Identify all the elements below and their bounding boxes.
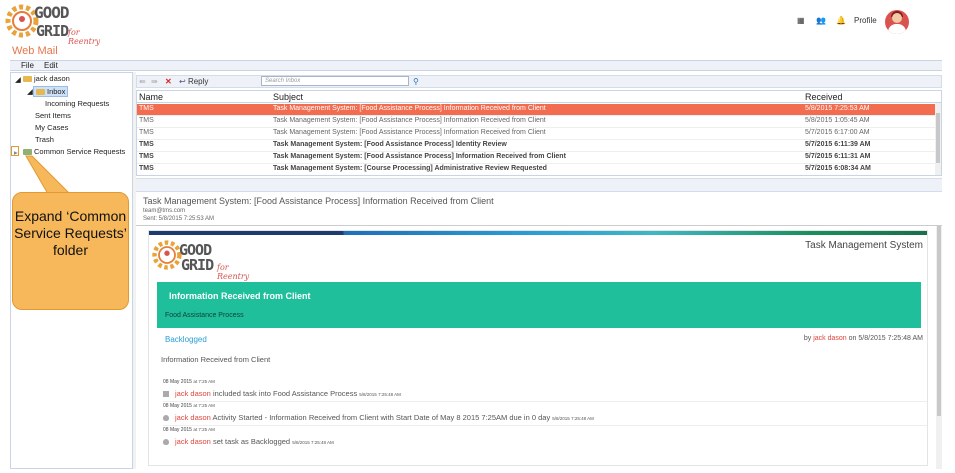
inbox-folder-icon <box>36 89 45 96</box>
apps-grid-icon[interactable]: ▦ <box>797 16 805 25</box>
activity-item: jack dason included task into Food Assis… <box>163 389 401 398</box>
table-row[interactable]: TMS Task Management System: [Food Assista… <box>137 140 937 152</box>
flame-icon <box>163 415 169 422</box>
tree-expander-inbox[interactable]: ◢ <box>27 87 33 96</box>
menu-file[interactable]: File <box>21 61 34 70</box>
brand-line2: GOOD <box>34 3 70 22</box>
preview-from: team@tms.com <box>143 208 186 214</box>
avatar[interactable] <box>885 10 909 34</box>
profile-link[interactable]: Profile <box>854 16 877 25</box>
table-row[interactable]: TMS Task Management System: [Food Assista… <box>137 104 937 116</box>
reply-all-icon[interactable]: ⇚ <box>139 77 146 86</box>
tree-item-root[interactable]: jack dason <box>23 74 70 83</box>
table-row[interactable]: TMS Task Management System: [Food Assista… <box>137 116 937 128</box>
mail-toolbar: ⇚ ⇛ ✕ ↩ Reply Search Inbox ⚲ <box>136 75 942 88</box>
email-system-title: Task Management System <box>805 240 923 251</box>
forward-icon[interactable]: ⇛ <box>151 77 158 86</box>
page-title: Web Mail <box>12 45 58 57</box>
col-subject[interactable]: Subject <box>273 92 303 102</box>
callout-text: Expand ‘Common Service Requests’ folder <box>14 208 127 258</box>
reply-button[interactable]: ↩ Reply <box>179 77 208 86</box>
reading-pane: GOOD GRID for Reentry Task Management Sy… <box>136 225 942 469</box>
tree-item-incoming[interactable]: Incoming Requests <box>45 99 109 108</box>
brand-tag: for Reentry <box>68 28 101 46</box>
col-name[interactable]: Name <box>139 92 163 102</box>
activity-date: 08 May 2015 at 7:25 AM <box>163 403 215 409</box>
tree-expander-root[interactable]: ◢ <box>15 75 21 84</box>
table-row[interactable]: TMS Task Management System: [Food Assista… <box>137 152 937 164</box>
email-banner: Information Received from Client Food As… <box>157 282 921 328</box>
user-link[interactable]: jack dason <box>175 437 211 446</box>
folder-icon <box>23 76 32 83</box>
reading-pane-splitter[interactable] <box>136 178 942 192</box>
menu-edit[interactable]: Edit <box>44 61 58 70</box>
activity-date: 08 May 2015 at 7:25 AM <box>163 379 215 385</box>
search-icon[interactable]: ⚲ <box>413 77 419 86</box>
task-icon <box>163 391 169 398</box>
email-body: GOOD GRID for Reentry Task Management Sy… <box>148 230 928 466</box>
delete-icon[interactable]: ✕ <box>165 77 172 86</box>
flame-icon <box>163 439 169 446</box>
banner-subtitle: Food Assistance Process <box>165 312 244 319</box>
list-header: Name Subject Received <box>137 91 941 103</box>
col-received[interactable]: Received <box>805 92 843 102</box>
status-badge: Backlogged <box>165 335 207 344</box>
user-link[interactable]: jack dason <box>175 389 211 398</box>
user-link[interactable]: jack dason <box>813 335 846 342</box>
table-row[interactable]: TMS Task Management System: [Course Proce… <box>137 164 937 175</box>
table-row[interactable]: TMS Task Management System: [Food Assista… <box>137 128 937 140</box>
message-list: Name Subject Received TMS Task Management… <box>136 90 942 176</box>
activity-item: jack dason Activity Started - Informatio… <box>163 413 594 422</box>
menu-bar: File Edit <box>10 60 942 71</box>
tree-item-trash[interactable]: Trash <box>35 135 54 144</box>
byline: by jack dason on 5/8/2015 7:25:48 AM <box>803 335 923 342</box>
search-input[interactable]: Search Inbox <box>261 76 409 86</box>
notification-bell-icon[interactable]: 🔔 <box>836 16 846 25</box>
banner-heading: Information Received from Client <box>169 291 311 301</box>
brand-line3: GRID <box>36 22 69 40</box>
preview-sent: Sent: 5/8/2015 7:25:53 AM <box>143 216 215 222</box>
detail-title: Information Received from Client <box>161 355 271 364</box>
list-scrollbar[interactable] <box>935 103 941 175</box>
user-link[interactable]: jack dason <box>175 413 211 422</box>
reply-icon: ↩ <box>179 77 186 86</box>
color-stripe <box>149 231 927 235</box>
tree-item-inbox[interactable]: Inbox <box>33 86 69 97</box>
callout-pointer <box>25 155 72 195</box>
preview-subject: Task Management System: [Food Assistance… <box>143 196 494 206</box>
tree-item-sent[interactable]: Sent Items <box>35 111 71 120</box>
email-logo: GOOD GRID for Reentry <box>151 237 261 281</box>
tree-item-my-cases[interactable]: My Cases <box>35 123 68 132</box>
activity-item: jack dason set task as Backlogged 5/8/20… <box>163 437 334 446</box>
users-icon[interactable]: 👥 <box>816 16 826 25</box>
preview-scrollbar[interactable] <box>936 226 942 469</box>
app-logo[interactable]: GOOD GRID for Reentry <box>4 2 112 46</box>
activity-date: 08 May 2015 at 7:25 AM <box>163 427 215 433</box>
